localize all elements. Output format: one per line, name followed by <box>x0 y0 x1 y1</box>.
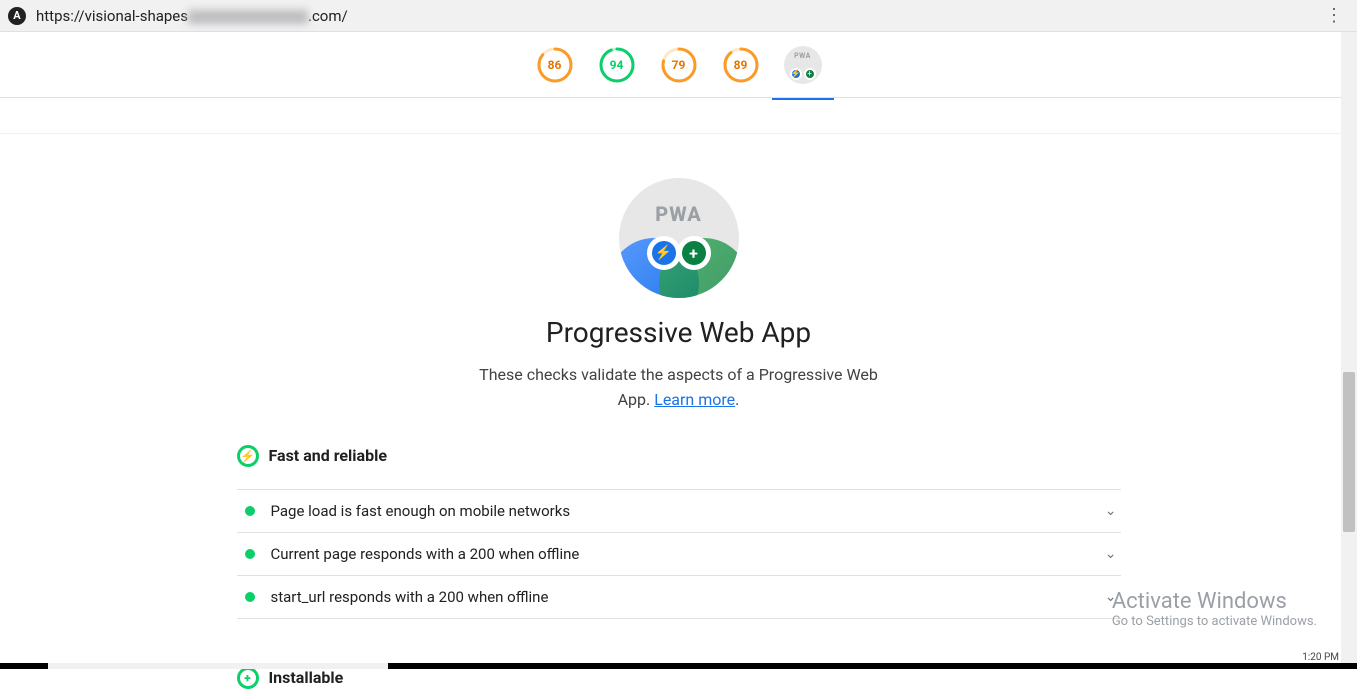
pass-dot-icon <box>245 506 255 516</box>
page-subtitle: These checks validate the aspects of a P… <box>469 363 889 413</box>
audit-group-title: Installable <box>269 668 344 687</box>
chevron-down-icon: ⌄ <box>1105 503 1117 519</box>
divider <box>0 98 1357 134</box>
plus-icon: + <box>804 68 816 80</box>
watermark-title: Activate Windows <box>1112 589 1317 614</box>
active-tab-underline <box>772 98 834 100</box>
score-value: 89 <box>722 46 760 84</box>
tab-pwa[interactable]: PWA ⚡ + <box>784 46 822 84</box>
url-suffix: .com/ <box>308 7 348 25</box>
audit-group-title: Fast and reliable <box>269 446 387 465</box>
chevron-down-icon: ⌄ <box>1105 546 1117 562</box>
system-clock: 1:20 PM <box>1302 652 1339 663</box>
lighthouse-score-tabs: 86 94 79 89 PWA ⚡ + <box>0 32 1357 98</box>
bolt-icon: ⚡ <box>237 445 259 467</box>
audit-label: Page load is fast enough on mobile netwo… <box>271 502 1105 520</box>
site-favicon: A <box>8 7 26 25</box>
browser-top-bar: A https://visional-shapes .com/ ⋮ <box>0 0 1357 32</box>
audit-group-header: ⚡ Fast and reliable <box>237 441 1121 471</box>
score-value: 79 <box>660 46 698 84</box>
score-gauge[interactable]: 79 <box>660 46 698 84</box>
audit-row[interactable]: Current page responds with a 200 when of… <box>237 533 1121 576</box>
windows-activation-watermark: Activate Windows Go to Settings to activ… <box>1112 589 1317 629</box>
pwa-icon: PWA <box>794 52 811 60</box>
pass-dot-icon <box>245 592 255 602</box>
bolt-icon: ⚡ <box>647 236 681 270</box>
scrollbar[interactable] <box>1341 32 1357 669</box>
audit-label: Current page responds with a 200 when of… <box>271 545 1105 563</box>
learn-more-link[interactable]: Learn more <box>654 390 735 409</box>
audit-row[interactable]: start_url responds with a 200 when offli… <box>237 576 1121 619</box>
kebab-menu-icon[interactable]: ⋮ <box>1319 5 1349 26</box>
watermark-subtitle: Go to Settings to activate Windows. <box>1112 614 1317 629</box>
score-gauge[interactable]: 89 <box>722 46 760 84</box>
score-gauge[interactable]: 86 <box>536 46 574 84</box>
bolt-icon: ⚡ <box>790 68 802 80</box>
pwa-badge-text: PWA <box>619 202 739 226</box>
url-redacted <box>188 10 308 24</box>
score-value: 86 <box>536 46 574 84</box>
audit-row[interactable]: Page load is fast enough on mobile netwo… <box>237 490 1121 533</box>
address-bar[interactable]: https://visional-shapes .com/ <box>36 7 1319 25</box>
pwa-report-content: PWA ⚡ + Progressive Web App These checks… <box>237 134 1121 693</box>
page-title: Progressive Web App <box>546 316 811 349</box>
pwa-badge: PWA ⚡ + <box>619 178 739 298</box>
plus-icon: + <box>237 667 259 689</box>
score-value: 94 <box>598 46 636 84</box>
audit-label: start_url responds with a 200 when offli… <box>271 588 1105 606</box>
scrollbar-thumb[interactable] <box>1343 372 1355 532</box>
score-gauge[interactable]: 94 <box>598 46 636 84</box>
taskbar-item[interactable] <box>48 663 388 669</box>
pwa-hero: PWA ⚡ + Progressive Web App These checks… <box>237 178 1121 413</box>
plus-icon: + <box>677 236 711 270</box>
url-prefix: https://visional-shapes <box>36 7 188 25</box>
pass-dot-icon <box>245 549 255 559</box>
